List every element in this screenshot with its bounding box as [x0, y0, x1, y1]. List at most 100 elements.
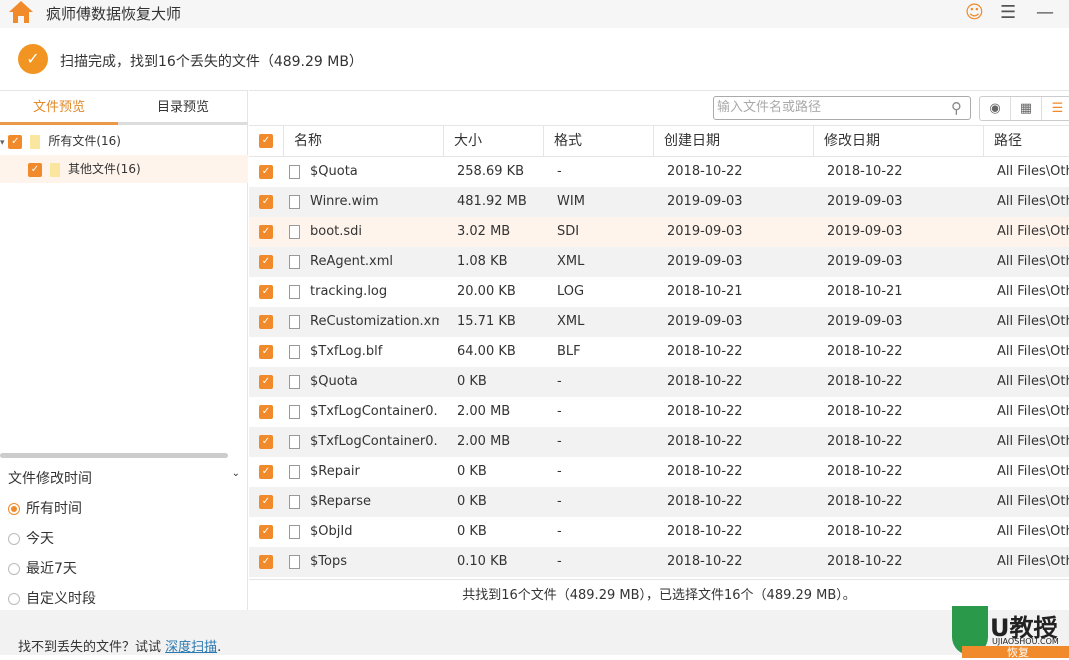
radio-icon[interactable]	[8, 503, 20, 515]
tree-label: 所有文件(16)	[48, 134, 121, 148]
cell-format: XML	[557, 307, 647, 337]
cell-created: 2018-10-22	[667, 517, 817, 547]
search-icon[interactable]: ⚲	[951, 97, 962, 119]
user-icon[interactable]: ☺	[965, 2, 984, 23]
logo-sub: 恢复	[1007, 646, 1029, 659]
column-path[interactable]: 路径	[983, 126, 1069, 157]
cell-created: 2018-10-22	[667, 547, 817, 577]
checkbox[interactable]: ✓	[28, 162, 42, 177]
cell-size: 0 KB	[457, 487, 547, 517]
cell-size: 2.00 MB	[457, 397, 547, 427]
row-checkbox[interactable]: ✓	[259, 465, 273, 479]
file-icon	[289, 434, 300, 449]
check-icon: ✓	[18, 44, 48, 74]
radio-custom[interactable]: 自定义时段	[8, 588, 96, 608]
table-row[interactable]: ✓ $TxfLog.blf 64.00 KB BLF 2018-10-22 2018-10…	[249, 337, 1069, 367]
table-row[interactable]: ✓ $ObjId 0 KB - 2018-10-22 2018-10-22 All File…	[249, 517, 1069, 547]
minimize-icon[interactable]: —	[1036, 2, 1054, 23]
row-checkbox[interactable]: ✓	[259, 255, 273, 269]
table-row[interactable]: ✓ $TxfLogContainer0... 2.00 MB - 2018-10-22 2…	[249, 397, 1069, 427]
table-row[interactable]: ✓ ReCustomization.xml 15.71 KB XML 2019-09-0…	[249, 307, 1069, 337]
cell-format: -	[557, 367, 647, 397]
filter-dropdown[interactable]: 文件修改时间 ⌄	[8, 468, 240, 488]
radio-icon[interactable]	[8, 563, 20, 575]
list-icon[interactable]: ☰	[1042, 97, 1069, 120]
row-checkbox[interactable]: ✓	[259, 405, 273, 419]
row-checkbox[interactable]: ✓	[259, 375, 273, 389]
row-checkbox[interactable]: ✓	[259, 195, 273, 209]
cell-path: All Files\Oth	[997, 157, 1069, 187]
cell-text: 2019-09-03	[667, 224, 743, 239]
search-input[interactable]: 输入文件名或路径 ⚲	[713, 96, 971, 120]
row-checkbox[interactable]: ✓	[259, 525, 273, 539]
cell-text: -	[557, 464, 562, 479]
grid-icon[interactable]: ▦	[1011, 97, 1042, 120]
row-checkbox[interactable]: ✓	[259, 165, 273, 179]
menu-icon[interactable]: ☰	[1000, 2, 1016, 23]
table-row[interactable]: ✓ $Quota 0 KB - 2018-10-22 2018-10-22 All File…	[249, 367, 1069, 397]
file-icon	[289, 254, 300, 269]
deep-scan-hint: 找不到丢失的文件？试试 深度扫描.	[18, 636, 221, 655]
table-row[interactable]: ✓ tracking.log 20.00 KB LOG 2018-10-21 2018-1…	[249, 277, 1069, 307]
column-created[interactable]: 创建日期	[653, 126, 813, 157]
cell-format: LOG	[557, 277, 647, 307]
hint-suffix: .	[217, 640, 222, 655]
tab-directory-preview[interactable]: 目录预览	[124, 91, 242, 125]
radio-all-time[interactable]: 所有时间	[8, 498, 82, 518]
cell-format: XML	[557, 247, 647, 277]
table-row[interactable]: ✓ $Reparse 0 KB - 2018-10-22 2018-10-22 All Fi…	[249, 487, 1069, 517]
radio-today[interactable]: 今天	[8, 528, 54, 548]
tree-item-other-files[interactable]: ✓ 其他文件(16)	[0, 155, 248, 183]
row-checkbox[interactable]: ✓	[259, 285, 273, 299]
cell-text: -	[557, 434, 562, 449]
cell-text: -	[557, 494, 562, 509]
eye-icon[interactable]: ◉	[980, 97, 1011, 120]
table-row[interactable]: ✓ Winre.wim 481.92 MB WIM 2019-09-03 2019-09-…	[249, 187, 1069, 217]
table-row[interactable]: ✓ $TxfLogContainer0... 2.00 MB - 2018-10-22 2…	[249, 427, 1069, 457]
radio-icon[interactable]	[8, 533, 20, 545]
cell-text: WIM	[557, 194, 585, 209]
select-all-checkbox[interactable]: ✓	[259, 134, 273, 148]
cell-created: 2018-10-21	[667, 277, 817, 307]
cell-text: 2018-10-22	[827, 434, 903, 449]
radio-icon[interactable]	[8, 593, 20, 605]
horizontal-scrollbar[interactable]	[0, 453, 228, 458]
table-row[interactable]: ✓ $Quota 258.69 KB - 2018-10-22 2018-10-22 All…	[249, 157, 1069, 187]
expand-icon[interactable]: ▾	[0, 138, 5, 148]
cell-path: All Files\Oth	[997, 217, 1069, 247]
cell-text: 2019-09-03	[827, 194, 903, 209]
radio-last-7-days[interactable]: 最近7天	[8, 558, 77, 578]
checkbox[interactable]: ✓	[8, 134, 23, 149]
cell-size: 0.10 KB	[457, 547, 547, 577]
tab-file-preview[interactable]: 文件预览	[0, 91, 118, 125]
cell-format: BLF	[557, 337, 647, 367]
home-icon[interactable]	[8, 0, 34, 24]
column-name[interactable]: 名称	[283, 126, 443, 157]
row-checkbox[interactable]: ✓	[259, 495, 273, 509]
cell-path: All Files\Oth	[997, 277, 1069, 307]
row-checkbox[interactable]: ✓	[259, 555, 273, 569]
scan-status: ✓ 扫描完成，找到16个丢失的文件（489.29 MB）	[0, 28, 1069, 90]
row-checkbox[interactable]: ✓	[259, 315, 273, 329]
deep-scan-link[interactable]: 深度扫描	[165, 640, 217, 655]
cell-text: 2018-10-22	[667, 494, 743, 509]
tree-item-all-files[interactable]: ▾ ✓ 所有文件(16)	[0, 127, 248, 155]
cell-text: 20.00 KB	[457, 284, 516, 299]
watermark-logo: U教授 UJIAOSHOU.COM 恢复	[952, 606, 1069, 659]
row-checkbox[interactable]: ✓	[259, 345, 273, 359]
column-format[interactable]: 格式	[543, 126, 653, 157]
cell-text: -	[557, 164, 562, 179]
status-text: 扫描完成，找到16个丢失的文件（489.29 MB）	[60, 54, 363, 70]
table-row[interactable]: ✓ $Tops 0.10 KB - 2018-10-22 2018-10-22 All Fi…	[249, 547, 1069, 577]
row-checkbox[interactable]: ✓	[259, 225, 273, 239]
cell-size: 481.92 MB	[457, 187, 547, 217]
table-row[interactable]: ✓ boot.sdi 3.02 MB SDI 2019-09-03 2019-09-03 A…	[249, 217, 1069, 247]
table-row[interactable]: ✓ $Repair 0 KB - 2018-10-22 2018-10-22 All Fil…	[249, 457, 1069, 487]
cell-path: All Files\Oth	[997, 187, 1069, 217]
row-checkbox[interactable]: ✓	[259, 435, 273, 449]
cell-name: tracking.log	[289, 277, 439, 307]
column-modified[interactable]: 修改日期	[813, 126, 983, 157]
column-size[interactable]: 大小	[443, 126, 543, 157]
table-row[interactable]: ✓ ReAgent.xml 1.08 KB XML 2019-09-03 2019-09-…	[249, 247, 1069, 277]
cell-text: 2018-10-21	[667, 284, 743, 299]
